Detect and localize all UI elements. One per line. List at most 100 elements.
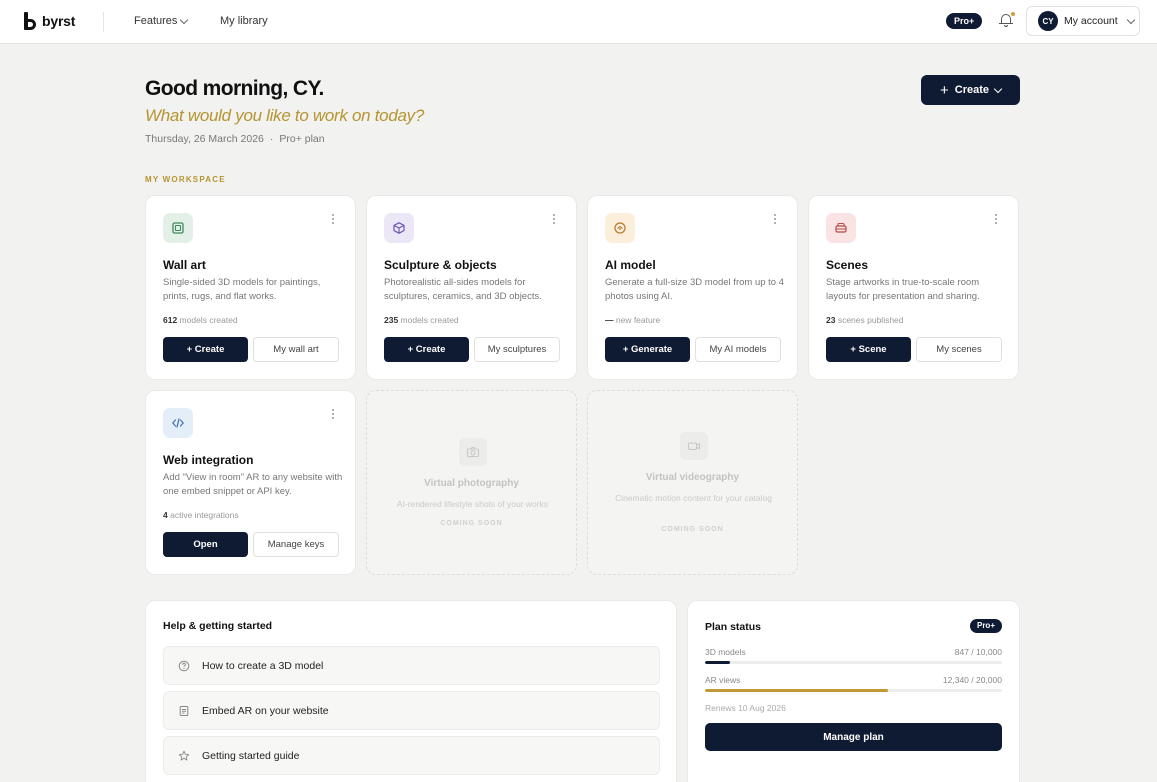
my-sculptures-button[interactable]: My sculptures xyxy=(474,337,560,362)
nav-features-label: Features xyxy=(134,15,178,27)
create-button-label: Create xyxy=(954,84,989,96)
help-item-label: Embed AR on your website xyxy=(202,704,329,717)
bell-icon[interactable] xyxy=(999,12,1015,29)
more-options-icon[interactable] xyxy=(332,409,335,419)
card-stat-text: models created xyxy=(177,315,238,325)
logo[interactable]: byrst xyxy=(24,12,75,30)
help-item-create-3d-model[interactable]: How to create a 3D model xyxy=(163,646,660,685)
card-title: Sculpture & objects xyxy=(384,258,497,272)
card-description: Generate a full-size 3D model from up to… xyxy=(605,277,785,302)
coming-soon-label: COMING SOON xyxy=(440,520,503,527)
card-scenes: Scenes Stage artworks in true-to-scale r… xyxy=(808,195,1019,380)
meter-track-ar-views xyxy=(705,689,1002,692)
card-stat-value: — xyxy=(605,315,614,325)
meter-value-3d-models: 847 / 10,000 xyxy=(954,647,1002,657)
card-description: Photorealistic all-sides models for scul… xyxy=(384,277,542,302)
create-sculpture-button[interactable]: + Create xyxy=(384,337,469,362)
card-description: Cinematic motion content for your catalo… xyxy=(615,493,772,503)
my-wall-art-button[interactable]: My wall art xyxy=(253,337,339,362)
create-button[interactable]: + Create xyxy=(921,75,1020,105)
card-title: Wall art xyxy=(163,258,206,272)
card-stat-text: new feature xyxy=(613,315,661,325)
more-options-icon[interactable] xyxy=(553,214,556,224)
logo-text: byrst xyxy=(42,13,76,29)
nav-features[interactable]: Features xyxy=(134,15,189,27)
account-label: My account xyxy=(1064,15,1118,27)
section-label-workspace: MY WORKSPACE xyxy=(145,175,226,184)
generate-ai-model-button[interactable]: + Generate xyxy=(605,337,690,362)
card-stat-value: 235 xyxy=(384,315,399,325)
current-plan: Pro+ plan xyxy=(279,133,325,145)
card-wall-art: Wall art Single-sided 3D models for pain… xyxy=(145,195,356,380)
top-bar: byrst Features My library Pro+ CY My acc… xyxy=(0,0,1157,44)
nav-my-library[interactable]: My library xyxy=(220,15,268,27)
plan-badge: Pro+ xyxy=(969,619,1002,633)
renewal-date: Renews 10 Aug 2026 xyxy=(705,703,786,713)
card-title: Virtual videography xyxy=(645,472,740,483)
meter-track-3d-models xyxy=(705,661,1002,664)
card-description: Single-sided 3D models for paintings, pr… xyxy=(163,277,321,302)
more-options-icon[interactable] xyxy=(995,214,998,224)
current-date: Thursday, 26 March 2026 xyxy=(145,133,264,145)
card-stat-text: active integrations xyxy=(167,510,239,520)
chevron-down-icon xyxy=(1126,15,1135,24)
plan-status-title: Plan status xyxy=(705,621,762,633)
card-web-integration: Web integration Add "View in room" AR to… xyxy=(145,390,356,575)
card-description: Stage artworks in true-to-scale room lay… xyxy=(826,277,980,302)
coming-soon-label: COMING SOON xyxy=(661,526,724,533)
open-web-integration-button[interactable]: Open xyxy=(163,532,248,557)
chevron-down-icon xyxy=(993,84,1003,93)
greeting: Good morning, CY. xyxy=(145,77,324,100)
meter-label-ar-views: AR views xyxy=(705,675,741,685)
document-icon xyxy=(178,705,190,717)
more-options-icon[interactable] xyxy=(774,214,777,224)
meter-label-3d-models: 3D models xyxy=(705,647,746,657)
my-scenes-button[interactable]: My scenes xyxy=(916,337,1002,362)
date-separator: · xyxy=(269,133,274,145)
plan-status-panel: Plan status Pro+ 3D models 847 / 10,000 … xyxy=(687,600,1020,782)
card-stat: 4 active integrations xyxy=(163,510,239,520)
plus-icon: + xyxy=(939,81,949,99)
help-item-getting-started[interactable]: Getting started guide xyxy=(163,736,660,775)
account-menu-button[interactable]: CY My account xyxy=(1026,6,1140,36)
camera-icon xyxy=(459,438,487,466)
chevron-down-icon xyxy=(180,15,189,24)
card-description: AI-rendered lifestyle shots of your work… xyxy=(396,499,549,509)
help-panel-title: Help & getting started xyxy=(163,620,273,632)
frame-icon xyxy=(163,213,193,243)
star-icon xyxy=(178,750,190,762)
cube-icon xyxy=(384,213,414,243)
video-icon xyxy=(680,432,708,460)
create-scene-button[interactable]: + Scene xyxy=(826,337,911,362)
manage-plan-button[interactable]: Manage plan xyxy=(705,723,1002,751)
card-stat: 23 scenes published xyxy=(826,315,904,325)
help-item-label: Getting started guide xyxy=(202,749,300,762)
create-wall-art-button[interactable]: + Create xyxy=(163,337,248,362)
plan-badge[interactable]: Pro+ xyxy=(946,13,983,29)
card-title: Scenes xyxy=(826,258,869,272)
card-description: Add "View in room" AR to any website wit… xyxy=(163,472,343,497)
logo-mark-icon xyxy=(24,12,36,30)
sparkle-icon xyxy=(605,213,635,243)
nav-my-library-label: My library xyxy=(220,15,268,27)
sofa-icon xyxy=(826,213,856,243)
code-icon xyxy=(163,408,193,438)
manage-keys-button[interactable]: Manage keys xyxy=(253,532,339,557)
card-stat: 612 models created xyxy=(163,315,238,325)
card-title: AI model xyxy=(605,258,656,272)
meter-fill-ar-views xyxy=(705,689,889,692)
help-panel: Help & getting started How to create a 3… xyxy=(145,600,677,782)
meter-value-ar-views: 12,340 / 20,000 xyxy=(942,675,1002,685)
help-item-label: How to create a 3D model xyxy=(202,659,324,672)
nav-divider xyxy=(103,12,104,32)
greeting-subtitle: What would you like to work on today? xyxy=(145,106,424,125)
help-item-embed-ar[interactable]: Embed AR on your website xyxy=(163,691,660,730)
card-virtual-photography: Virtual photography AI-rendered lifestyl… xyxy=(366,390,577,575)
more-options-icon[interactable] xyxy=(332,214,335,224)
date-line: Thursday, 26 March 2026 · Pro+ plan xyxy=(145,133,325,145)
card-stat-value: 612 xyxy=(163,315,178,325)
card-stat: — new feature xyxy=(605,315,660,325)
card-title: Virtual photography xyxy=(424,478,519,489)
card-stat: 235 models created xyxy=(384,315,459,325)
my-ai-models-button[interactable]: My AI models xyxy=(695,337,781,362)
